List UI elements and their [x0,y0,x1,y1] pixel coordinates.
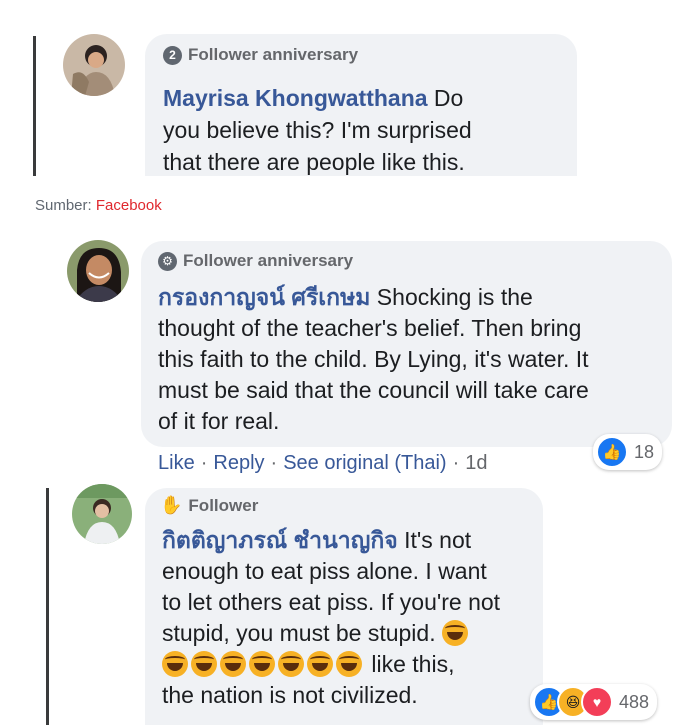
laughing-emoji-icon [278,651,304,677]
comment-text: Mayrisa Khongwatthana Do you believe thi… [163,85,472,175]
source-caption: Sumber: Facebook [35,197,162,214]
badge-label: Follower [188,495,259,515]
reply-link[interactable]: Reply [213,452,264,475]
love-icon: ♥ [581,686,613,718]
follower-badge: ✋ Follower [160,495,258,516]
anniversary-badge-icon: 2 [163,45,182,65]
laughing-emoji-icon [191,651,217,677]
comment-actions: Like · Reply · See original (Thai) · 1d [158,452,488,475]
reaction-summary[interactable]: 👍 18 [593,434,663,470]
badge-label: Follower anniversary [188,45,359,64]
author-name[interactable]: Mayrisa Khongwatthana [163,85,428,111]
laughing-emoji-icon [162,651,188,677]
badge-label: Follower anniversary [183,251,354,270]
source-link[interactable]: Facebook [96,197,162,214]
laughing-emoji-icon [442,620,468,646]
thread-line [33,36,36,176]
reaction-summary[interactable]: 👍 😆 ♥ 488 [530,684,658,720]
author-name[interactable]: กิตติญาภรณ์ ชำนาญกิจ [162,527,398,553]
comment-text: กิตติญาภรณ์ ชำนาญกิจ It's not enough to … [162,527,501,708]
author-name[interactable]: กรองกาญจน์ ศรีเกษม [158,284,370,310]
like-link[interactable]: Like [158,452,195,475]
avatar[interactable] [72,484,132,544]
avatar[interactable] [63,34,125,96]
avatar[interactable] [67,240,129,302]
follower-badge: 2 Follower anniversary [163,45,358,65]
reaction-count: 18 [634,441,655,462]
like-icon: 👍 [596,436,628,468]
gear-icon: ⚙ [158,251,177,271]
reaction-count: 488 [619,691,650,712]
comment-text: กรองกาญจน์ ศรีเกษม Shocking is the thoug… [158,284,589,434]
thread-line [46,488,49,725]
laughing-emoji-icon [307,651,333,677]
wave-hand-icon: ✋ [160,495,183,515]
laughing-emoji-icon [336,651,362,677]
laughing-emoji-icon [249,651,275,677]
laughing-emoji-icon [220,651,246,677]
follower-badge: ⚙ Follower anniversary [158,251,353,271]
timestamp[interactable]: 1d [465,452,487,475]
see-original-link[interactable]: See original (Thai) [283,452,446,475]
